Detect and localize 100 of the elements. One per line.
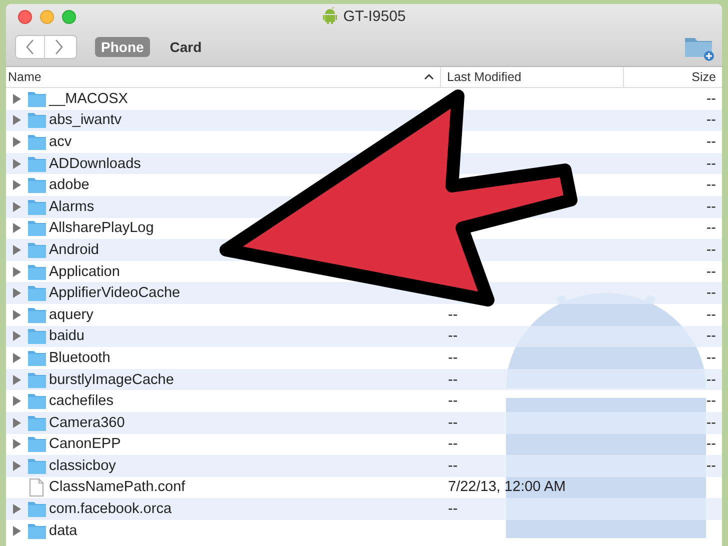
close-button[interactable] [18, 10, 32, 24]
file-size: -- [706, 90, 716, 107]
folder-icon [27, 435, 47, 454]
file-size: -- [706, 414, 716, 431]
folder-icon [27, 154, 47, 173]
folder-icon [27, 262, 47, 281]
back-forward-control[interactable] [15, 35, 77, 59]
disclosure-triangle-icon[interactable] [13, 223, 21, 234]
file-name[interactable]: burstlyImageCache [49, 372, 174, 388]
file-size: -- [706, 328, 716, 344]
folder-icon [27, 111, 47, 130]
disclosure-triangle-icon[interactable] [13, 439, 21, 450]
modified-date: -- [448, 458, 458, 474]
modified-date: -- [448, 393, 458, 410]
modified-date: -- [448, 501, 458, 518]
file-size: -- [706, 198, 716, 215]
folder-icon [27, 132, 47, 151]
file-size: -- [706, 134, 716, 150]
file-name[interactable]: baidu [49, 328, 84, 344]
file-size: -- [706, 112, 716, 128]
folder-icon [27, 306, 47, 324]
modified-date: -- [448, 328, 458, 344]
file-size: -- [706, 285, 716, 302]
folder-icon [27, 219, 47, 238]
disclosure-triangle-icon[interactable] [13, 460, 21, 471]
file-size: -- [706, 436, 716, 452]
disclosure-triangle-icon[interactable] [13, 418, 21, 428]
disclosure-triangle-icon[interactable] [13, 396, 21, 406]
disclosure-triangle-icon[interactable] [13, 504, 21, 514]
forward-icon[interactable] [54, 39, 64, 55]
folder-icon [27, 327, 47, 346]
disclosure-triangle-icon[interactable] [13, 331, 21, 342]
sort-ascending-icon[interactable] [424, 74, 434, 80]
file-name[interactable]: Android [49, 242, 99, 258]
file-size: -- [706, 306, 716, 323]
disclosure-triangle-icon[interactable] [13, 310, 21, 320]
file-size: -- [706, 458, 716, 474]
disclosure-triangle-icon[interactable] [13, 180, 21, 190]
folder-icon [27, 176, 47, 194]
disclosure-triangle-icon[interactable] [13, 288, 21, 298]
file-name[interactable]: abs_iwantv [49, 112, 122, 128]
modified-date: -- [448, 436, 458, 452]
folder-icon [27, 522, 47, 540]
file-name[interactable]: cachefiles [49, 393, 114, 410]
disclosure-triangle-icon[interactable] [13, 136, 21, 147]
modified-date: -- [448, 372, 458, 388]
disclosure-triangle-icon[interactable] [13, 94, 21, 104]
file-size: -- [706, 220, 716, 236]
file-name[interactable]: acv [49, 134, 72, 150]
file-name[interactable]: __MACOSX [49, 90, 128, 107]
folder-icon [27, 198, 47, 216]
folder-icon [27, 500, 47, 518]
file-name[interactable]: Application [49, 264, 120, 280]
file-name[interactable]: CanonEPP [49, 436, 121, 452]
folder-icon [27, 456, 47, 475]
file-name[interactable]: Bluetooth [49, 350, 110, 366]
file-size: -- [706, 156, 716, 172]
file-size: -- [706, 372, 716, 388]
modified-date: -- [448, 306, 458, 323]
folder-icon [27, 90, 47, 108]
disclosure-triangle-icon[interactable] [13, 244, 21, 255]
file-name[interactable]: ADDownloads [49, 156, 141, 172]
column-header[interactable]: Name [8, 70, 42, 84]
file-size: -- [706, 350, 716, 366]
android-icon [322, 7, 338, 25]
folder-icon [27, 284, 47, 302]
storage-tab[interactable]: Card [164, 37, 208, 57]
storage-tab[interactable]: Phone [95, 37, 150, 57]
modified-date: -- [448, 350, 458, 366]
file-name[interactable]: Camera360 [49, 414, 125, 431]
folder-icon [27, 370, 47, 389]
disclosure-triangle-icon[interactable] [13, 158, 21, 169]
file-name[interactable]: data [49, 522, 78, 539]
folder-icon [27, 414, 47, 432]
file-name[interactable]: adobe [49, 177, 90, 194]
folder-icon [27, 348, 47, 367]
disclosure-triangle-icon[interactable] [13, 374, 21, 385]
file-name[interactable]: ClassNamePath.conf [49, 479, 186, 496]
file-name[interactable]: classicboy [49, 458, 116, 474]
file-name[interactable]: Alarms [49, 198, 94, 215]
window-title: GT-I9505 [343, 8, 406, 24]
file-name[interactable]: aquery [49, 306, 94, 323]
disclosure-triangle-icon[interactable] [13, 115, 21, 126]
disclosure-triangle-icon[interactable] [13, 352, 21, 363]
disclosure-triangle-icon[interactable] [13, 266, 21, 277]
disclosure-triangle-icon[interactable] [13, 526, 21, 536]
disclosure-triangle-icon[interactable] [13, 202, 21, 212]
column-header[interactable]: Last Modified [447, 70, 522, 84]
zoom-button[interactable] [62, 10, 76, 24]
file-size: -- [706, 393, 716, 410]
file-name[interactable]: com.facebook.orca [49, 501, 172, 518]
folder-icon [27, 240, 47, 259]
file-name[interactable]: ApplifierVideoCache [49, 285, 180, 302]
file-size: -- [706, 242, 716, 258]
file-name[interactable]: AllsharePlayLog [49, 220, 154, 236]
file-size: -- [706, 264, 716, 280]
back-icon[interactable] [25, 39, 35, 55]
modified-date: 7/22/13, 12:00 AM [448, 479, 566, 496]
column-header[interactable]: Size [692, 70, 716, 84]
modified-date: -- [448, 414, 458, 431]
